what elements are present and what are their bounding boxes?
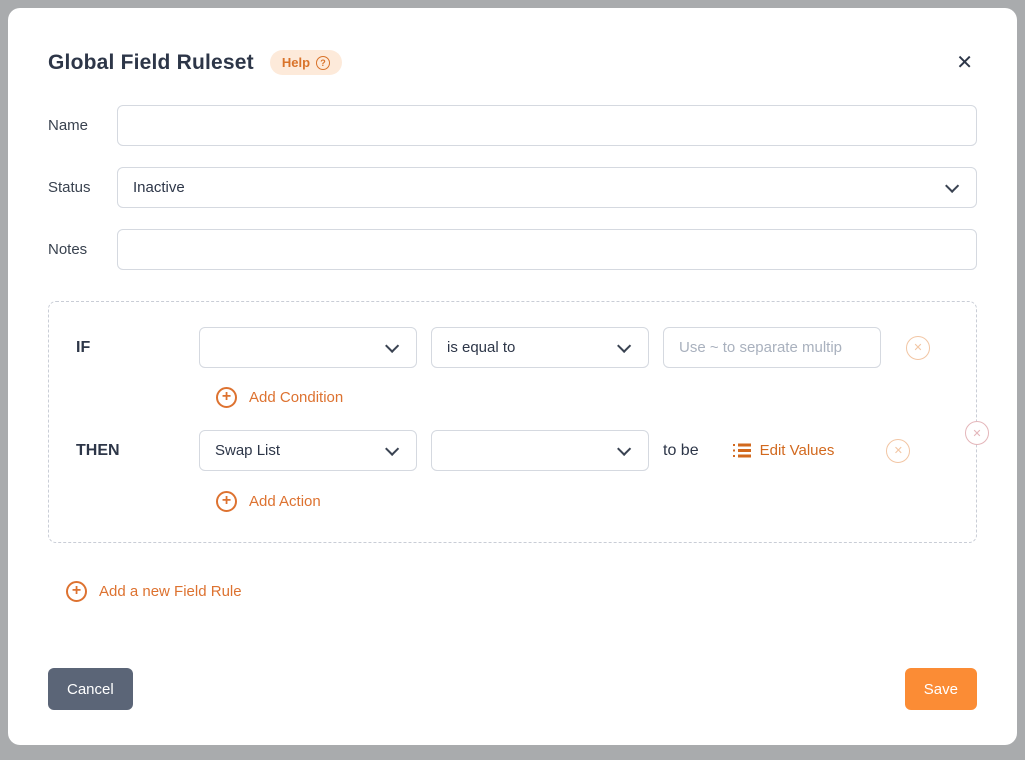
add-rule-row: + Add a new Field Rule bbox=[66, 581, 977, 602]
page-title: Global Field Ruleset bbox=[48, 51, 254, 75]
name-input[interactable] bbox=[117, 105, 977, 146]
condition-value-input[interactable] bbox=[663, 327, 881, 368]
global-field-ruleset-modal: Global Field Ruleset Help ? ✕ Name Statu… bbox=[8, 8, 1017, 745]
chevron-down-icon bbox=[385, 338, 399, 352]
help-badge-label: Help bbox=[282, 55, 310, 70]
field-rule-box: IF is equal to ✕ + Add Condition THEN Sw… bbox=[48, 301, 977, 543]
edit-values-label: Edit Values bbox=[760, 442, 835, 459]
plus-circle-icon: + bbox=[216, 491, 237, 512]
save-button[interactable]: Save bbox=[905, 668, 977, 710]
chevron-down-icon bbox=[385, 441, 399, 455]
add-action-label: Add Action bbox=[249, 493, 321, 510]
chevron-down-icon bbox=[945, 178, 959, 192]
add-condition-button[interactable]: + Add Condition bbox=[216, 387, 343, 408]
status-select-value: Inactive bbox=[133, 179, 945, 196]
add-field-rule-button[interactable]: + Add a new Field Rule bbox=[66, 581, 242, 602]
action-field-select[interactable] bbox=[431, 430, 649, 471]
action-type-select[interactable]: Swap List bbox=[199, 430, 417, 471]
add-field-rule-label: Add a new Field Rule bbox=[99, 583, 242, 600]
name-label: Name bbox=[48, 117, 117, 134]
notes-input[interactable] bbox=[117, 229, 977, 270]
remove-action-icon[interactable]: ✕ bbox=[886, 439, 910, 463]
remove-condition-icon[interactable]: ✕ bbox=[906, 336, 930, 360]
chevron-down-icon bbox=[617, 338, 631, 352]
then-label: THEN bbox=[76, 442, 199, 460]
plus-circle-icon: + bbox=[66, 581, 87, 602]
condition-operator-select[interactable]: is equal to bbox=[431, 327, 649, 368]
add-action-button[interactable]: + Add Action bbox=[216, 491, 321, 512]
add-condition-row: + Add Condition bbox=[216, 387, 949, 408]
close-icon[interactable]: ✕ bbox=[952, 51, 977, 75]
edit-values-button[interactable]: Edit Values bbox=[733, 442, 835, 459]
plus-circle-icon: + bbox=[216, 387, 237, 408]
modal-header: Global Field Ruleset Help ? ✕ bbox=[48, 50, 977, 75]
notes-row: Notes bbox=[48, 229, 977, 270]
add-condition-label: Add Condition bbox=[249, 389, 343, 406]
modal-footer: Cancel Save bbox=[48, 668, 977, 710]
help-badge[interactable]: Help ? bbox=[270, 50, 342, 75]
list-icon bbox=[733, 443, 751, 458]
status-label: Status bbox=[48, 179, 117, 196]
condition-row: IF is equal to ✕ bbox=[76, 327, 949, 368]
chevron-down-icon bbox=[617, 441, 631, 455]
action-type-value: Swap List bbox=[215, 442, 385, 459]
status-row: Status Inactive bbox=[48, 167, 977, 208]
cancel-button[interactable]: Cancel bbox=[48, 668, 133, 710]
action-row: THEN Swap List to be Edit Values bbox=[76, 430, 949, 471]
status-select[interactable]: Inactive bbox=[117, 167, 977, 208]
remove-rule-icon[interactable]: ✕ bbox=[965, 421, 989, 445]
to-be-label: to be bbox=[663, 442, 699, 460]
condition-operator-value: is equal to bbox=[447, 339, 617, 356]
name-row: Name bbox=[48, 105, 977, 146]
condition-field-select[interactable] bbox=[199, 327, 417, 368]
notes-label: Notes bbox=[48, 241, 117, 258]
help-question-icon: ? bbox=[316, 56, 330, 70]
if-label: IF bbox=[76, 339, 199, 357]
add-action-row: + Add Action bbox=[216, 491, 949, 512]
